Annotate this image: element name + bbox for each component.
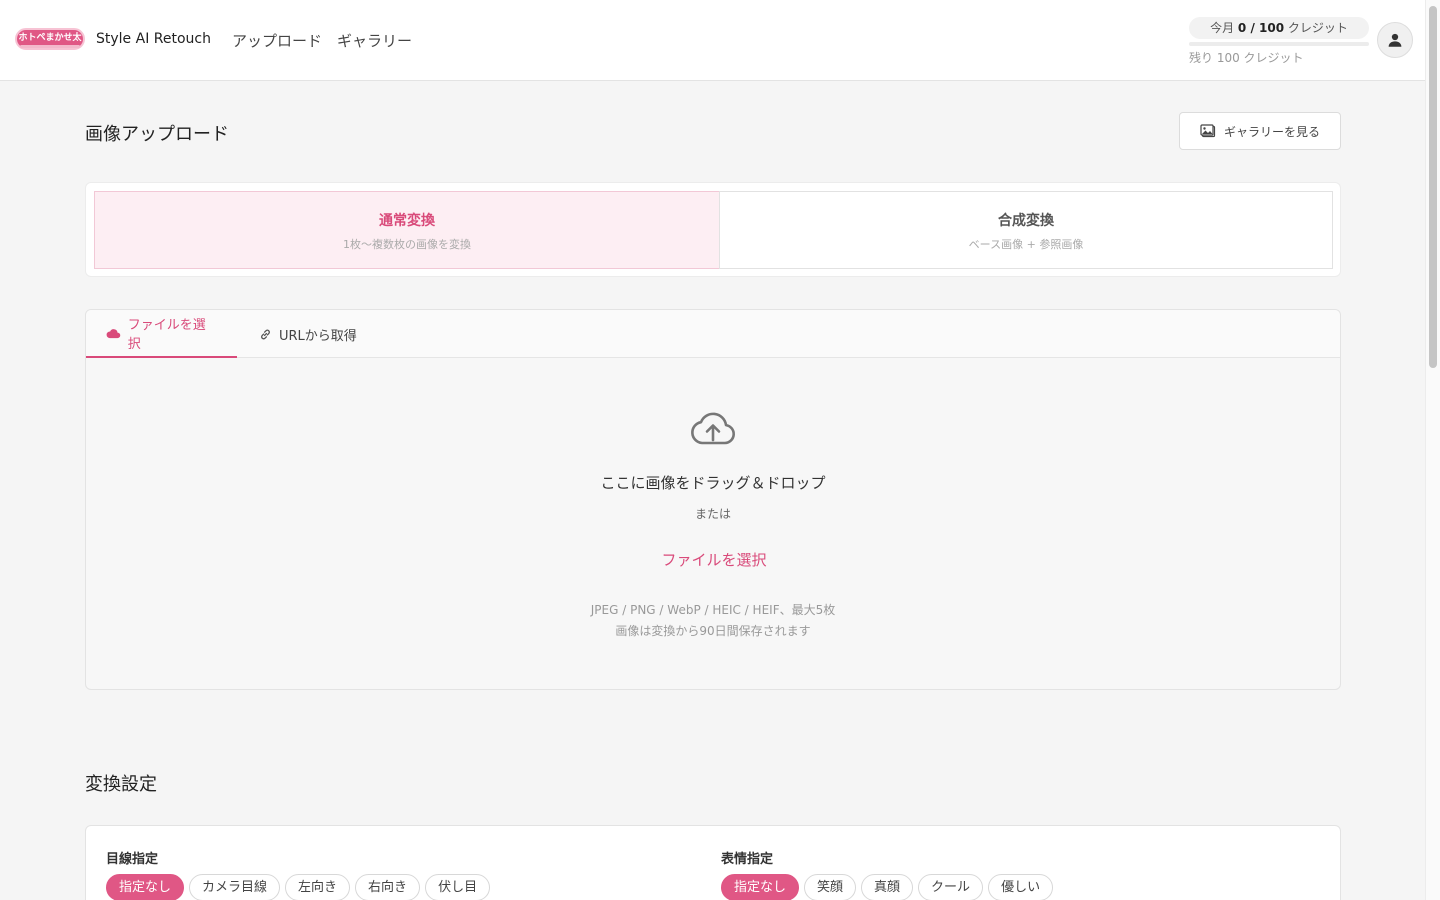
view-gallery-button[interactable]: ギャラリーを見る xyxy=(1179,112,1341,150)
mode-composite-conversion[interactable]: 合成変換 ベース画像 + 参照画像 xyxy=(719,191,1333,269)
expression-option-none[interactable]: 指定なし xyxy=(721,874,800,900)
settings-panel: 目線指定 指定なし カメラ目線 左向き 右向き 伏し目 表情指定 指定なし 笑顔… xyxy=(85,825,1341,900)
credit-prefix: 今月 xyxy=(1210,21,1238,35)
credit-remaining: 残り 100 クレジット xyxy=(1189,51,1304,65)
expression-option-cool[interactable]: クール xyxy=(918,874,984,900)
gaze-option-left[interactable]: 左向き xyxy=(285,874,351,900)
brand-logo-underline xyxy=(20,45,80,48)
gaze-option-downcast[interactable]: 伏し目 xyxy=(425,874,491,900)
gaze-option-right[interactable]: 右向き xyxy=(355,874,421,900)
mode-subtitle: ベース画像 + 参照画像 xyxy=(968,238,1084,251)
page-scrollbar[interactable] xyxy=(1425,0,1440,900)
expression-option-gentle[interactable]: 優しい xyxy=(988,874,1054,900)
mode-title: 通常変換 xyxy=(379,213,435,229)
expression-options: 指定なし 笑顔 真顔 クール 優しい xyxy=(721,874,1054,900)
supported-formats: JPEG / PNG / WebP / HEIC / HEIF、最大5枚 xyxy=(590,603,836,617)
cloud-icon xyxy=(106,328,121,338)
view-gallery-label: ギャラリーを見る xyxy=(1223,124,1320,139)
gaze-options: 指定なし カメラ目線 左向き 右向き 伏し目 xyxy=(106,874,491,900)
tab-label: ファイルを選択 xyxy=(127,318,206,352)
expression-option-smile[interactable]: 笑顔 xyxy=(804,874,857,900)
gaze-label: 目線指定 xyxy=(106,852,159,867)
page-title: 画像アップロード xyxy=(85,124,229,145)
brand-name[interactable]: Style AI Retouch xyxy=(96,31,211,47)
scrollbar-thumb[interactable] xyxy=(1429,6,1437,368)
mode-title: 合成変換 xyxy=(998,213,1054,229)
conversion-mode-selector: 通常変換 1枚〜複数枚の画像を変換 合成変換 ベース画像 + 参照画像 xyxy=(85,182,1341,277)
credit-count: 0 / 100 xyxy=(1237,21,1285,35)
retention-note: 画像は変換から90日間保存されます xyxy=(615,624,811,638)
credit-usage: 今月 0 / 100 クレジット xyxy=(1189,17,1369,39)
expression-option-serious[interactable]: 真顔 xyxy=(861,874,914,900)
or-separator: または xyxy=(694,507,731,521)
image-icon xyxy=(1200,124,1216,138)
file-drop-zone[interactable]: ここに画像をドラッグ＆ドロップ または ファイルを選択 JPEG / PNG /… xyxy=(86,358,1340,689)
upload-tabs: ファイルを選択 URLから取得 xyxy=(86,310,1340,358)
nav-gallery[interactable]: ギャラリー xyxy=(337,30,412,51)
drop-instruction: ここに画像をドラッグ＆ドロップ xyxy=(600,474,826,492)
credit-suffix: クレジット xyxy=(1284,21,1348,35)
user-avatar-button[interactable] xyxy=(1377,22,1413,58)
nav-upload[interactable]: アップロード xyxy=(232,30,322,51)
credit-progress-bar xyxy=(1189,42,1369,46)
link-icon xyxy=(261,329,270,339)
user-icon xyxy=(1388,33,1402,47)
cloud-upload-icon xyxy=(691,412,735,445)
app-header: ホトペまかせ太 Style AI Retouch アップロード ギャラリー 今月… xyxy=(0,0,1425,81)
tab-url-fetch[interactable]: URLから取得 xyxy=(239,310,377,358)
settings-title: 変換設定 xyxy=(85,774,157,795)
tab-file-select[interactable]: ファイルを選択 xyxy=(86,310,237,358)
tab-label: URLから取得 xyxy=(279,328,357,344)
expression-label: 表情指定 xyxy=(721,852,774,867)
gaze-option-camera[interactable]: カメラ目線 xyxy=(189,874,281,900)
mode-normal-conversion[interactable]: 通常変換 1枚〜複数枚の画像を変換 xyxy=(94,191,720,269)
upload-panel: ファイルを選択 URLから取得 ここに画像をドラッグ＆ドロップ または ファイル… xyxy=(85,309,1341,690)
gaze-option-none[interactable]: 指定なし xyxy=(106,874,185,900)
select-file-button[interactable]: ファイルを選択 xyxy=(646,549,782,570)
mode-subtitle: 1枚〜複数枚の画像を変換 xyxy=(343,238,471,251)
